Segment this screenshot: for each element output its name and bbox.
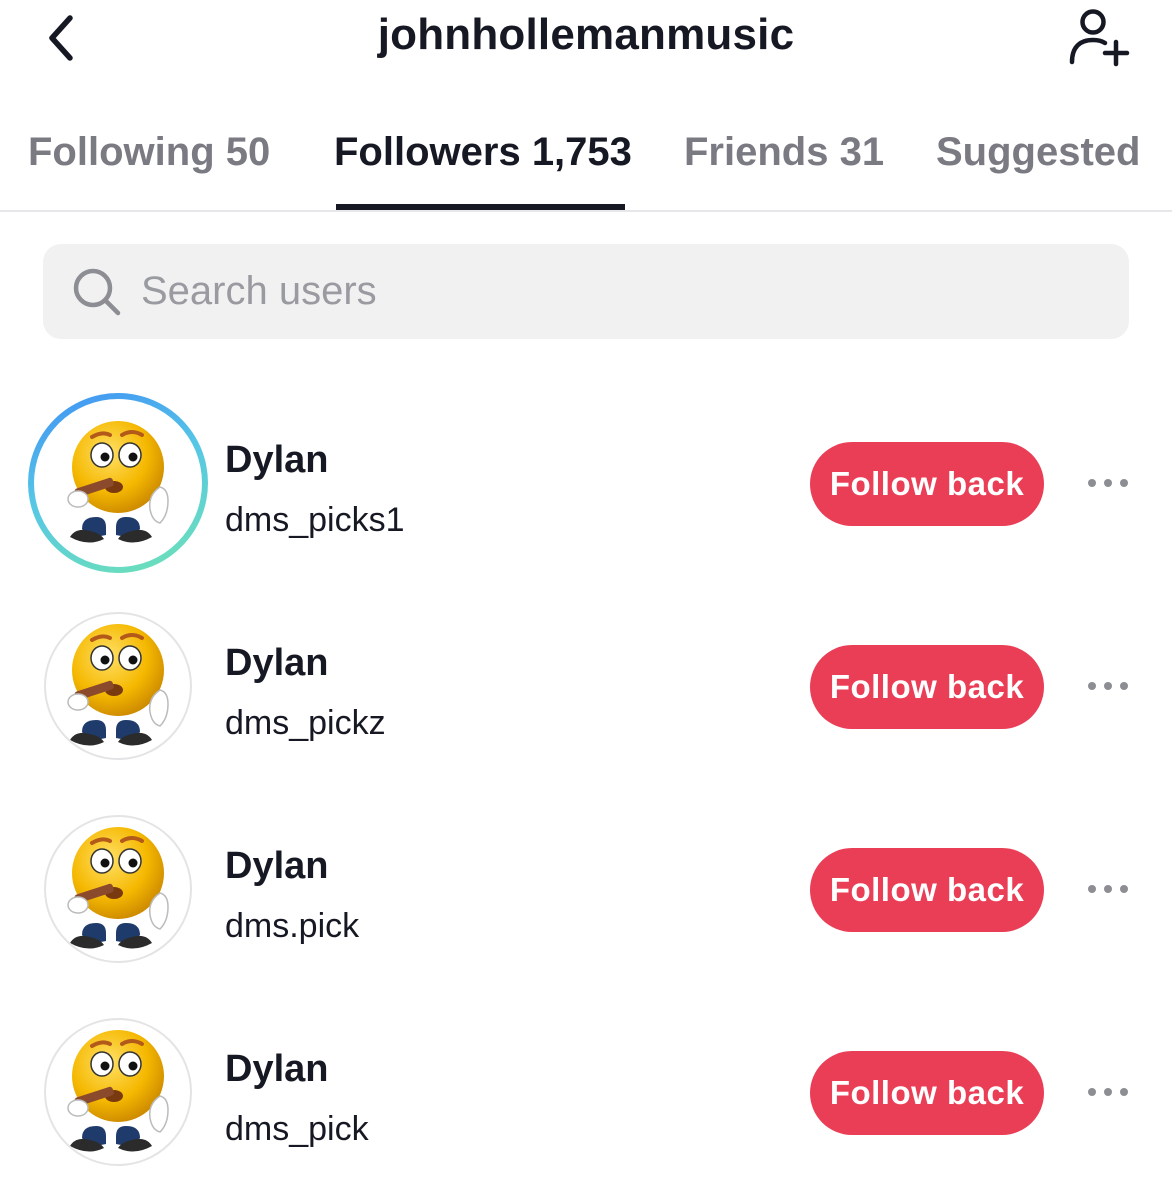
follower-row[interactable]: Dylan dms_pick Follow back <box>0 992 1172 1192</box>
follower-name: Dylan <box>225 845 329 887</box>
avatar[interactable] <box>44 815 192 963</box>
avatar[interactable] <box>44 1018 192 1166</box>
follower-name: Dylan <box>225 1048 329 1090</box>
follower-row[interactable]: Dylan dms.pick Follow back <box>0 789 1172 989</box>
search-bar[interactable] <box>43 244 1129 339</box>
follower-handle: dms_pickz <box>225 704 386 742</box>
emoji-smoking-avatar-icon <box>48 1022 188 1162</box>
ellipsis-icon <box>1088 885 1128 893</box>
follower-handle: dms_picks1 <box>225 501 405 539</box>
follow-back-button[interactable]: Follow back <box>810 645 1044 729</box>
more-options-button[interactable] <box>1082 666 1134 706</box>
follower-name: Dylan <box>225 642 329 684</box>
tab-friends[interactable]: Friends 31 <box>684 130 884 175</box>
tab-divider <box>0 210 1172 212</box>
avatar[interactable] <box>44 612 192 760</box>
ellipsis-icon <box>1088 479 1128 487</box>
search-input[interactable] <box>139 268 1043 315</box>
ellipsis-icon <box>1088 1088 1128 1096</box>
follower-row[interactable]: Dylan dms_pickz Follow back <box>0 586 1172 786</box>
emoji-smoking-avatar-icon <box>48 616 188 756</box>
tab-followers[interactable]: Followers 1,753 <box>334 130 632 175</box>
more-options-button[interactable] <box>1082 1072 1134 1112</box>
emoji-smoking-avatar-icon <box>48 819 188 959</box>
follower-name: Dylan <box>225 439 329 481</box>
follower-handle: dms_pick <box>225 1110 369 1148</box>
page-title: johnhollemanmusic <box>377 10 795 59</box>
avatar[interactable] <box>28 393 208 573</box>
follow-back-button[interactable]: Follow back <box>810 1051 1044 1135</box>
follower-handle: dms.pick <box>225 907 360 945</box>
tab-following[interactable]: Following 50 <box>28 130 270 175</box>
follow-back-button[interactable]: Follow back <box>810 848 1044 932</box>
more-options-button[interactable] <box>1082 869 1134 909</box>
follow-back-button[interactable]: Follow back <box>810 442 1044 526</box>
top-bar: johnhollemanmusic <box>0 0 1172 80</box>
add-user-button[interactable] <box>1060 4 1136 70</box>
ellipsis-icon <box>1088 682 1128 690</box>
more-options-button[interactable] <box>1082 463 1134 503</box>
person-plus-icon <box>1069 9 1130 67</box>
follower-row[interactable]: Dylan dms_picks1 Follow back <box>0 383 1172 583</box>
emoji-smoking-avatar-icon <box>48 413 188 553</box>
tab-suggested[interactable]: Suggested <box>936 130 1140 175</box>
search-icon <box>71 266 123 318</box>
tab-bar: Following 50 Followers 1,753 Friends 31 … <box>0 110 1172 210</box>
